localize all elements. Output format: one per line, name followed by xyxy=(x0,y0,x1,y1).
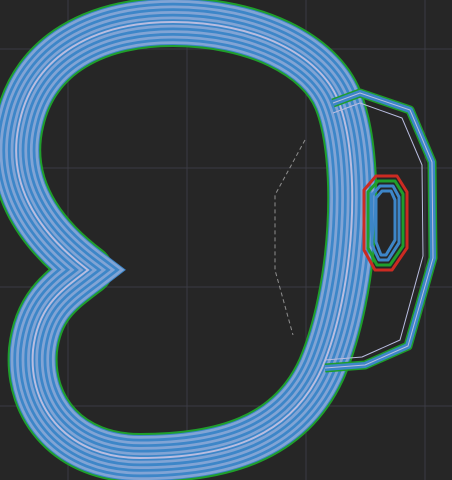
slicer-preview-viewport[interactable] xyxy=(0,0,452,480)
toolpath-canvas[interactable] xyxy=(0,0,452,480)
